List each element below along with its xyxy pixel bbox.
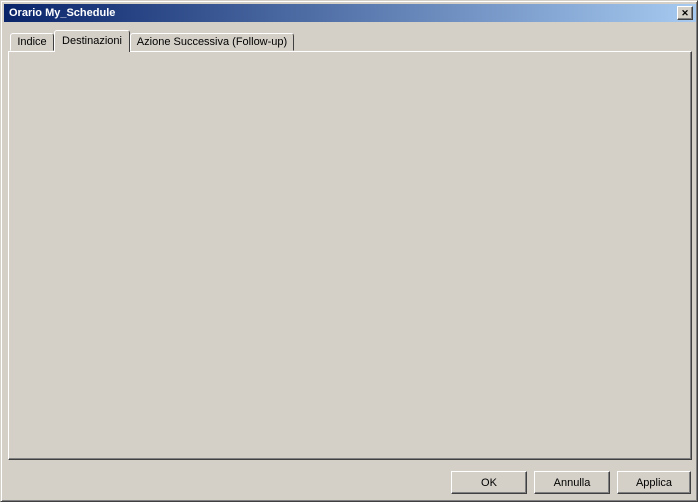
annulla-button[interactable]: Annulla <box>534 471 610 494</box>
close-icon[interactable]: ✕ <box>677 6 693 20</box>
orario-dialog: Orario My_Schedule ✕ Indice Destinazioni… <box>0 0 698 502</box>
applica-button[interactable]: Applica <box>617 471 691 494</box>
tab-destinazioni[interactable]: Destinazioni <box>54 30 130 52</box>
ok-button[interactable]: OK <box>451 471 527 494</box>
tab-indice[interactable]: Indice <box>10 33 54 51</box>
tab-page-destinazioni <box>8 51 692 460</box>
tab-follow-up[interactable]: Azione Successiva (Follow-up) <box>130 33 294 51</box>
title-bar[interactable]: Orario My_Schedule ✕ <box>4 4 696 22</box>
window-title: Orario My_Schedule <box>9 7 115 19</box>
